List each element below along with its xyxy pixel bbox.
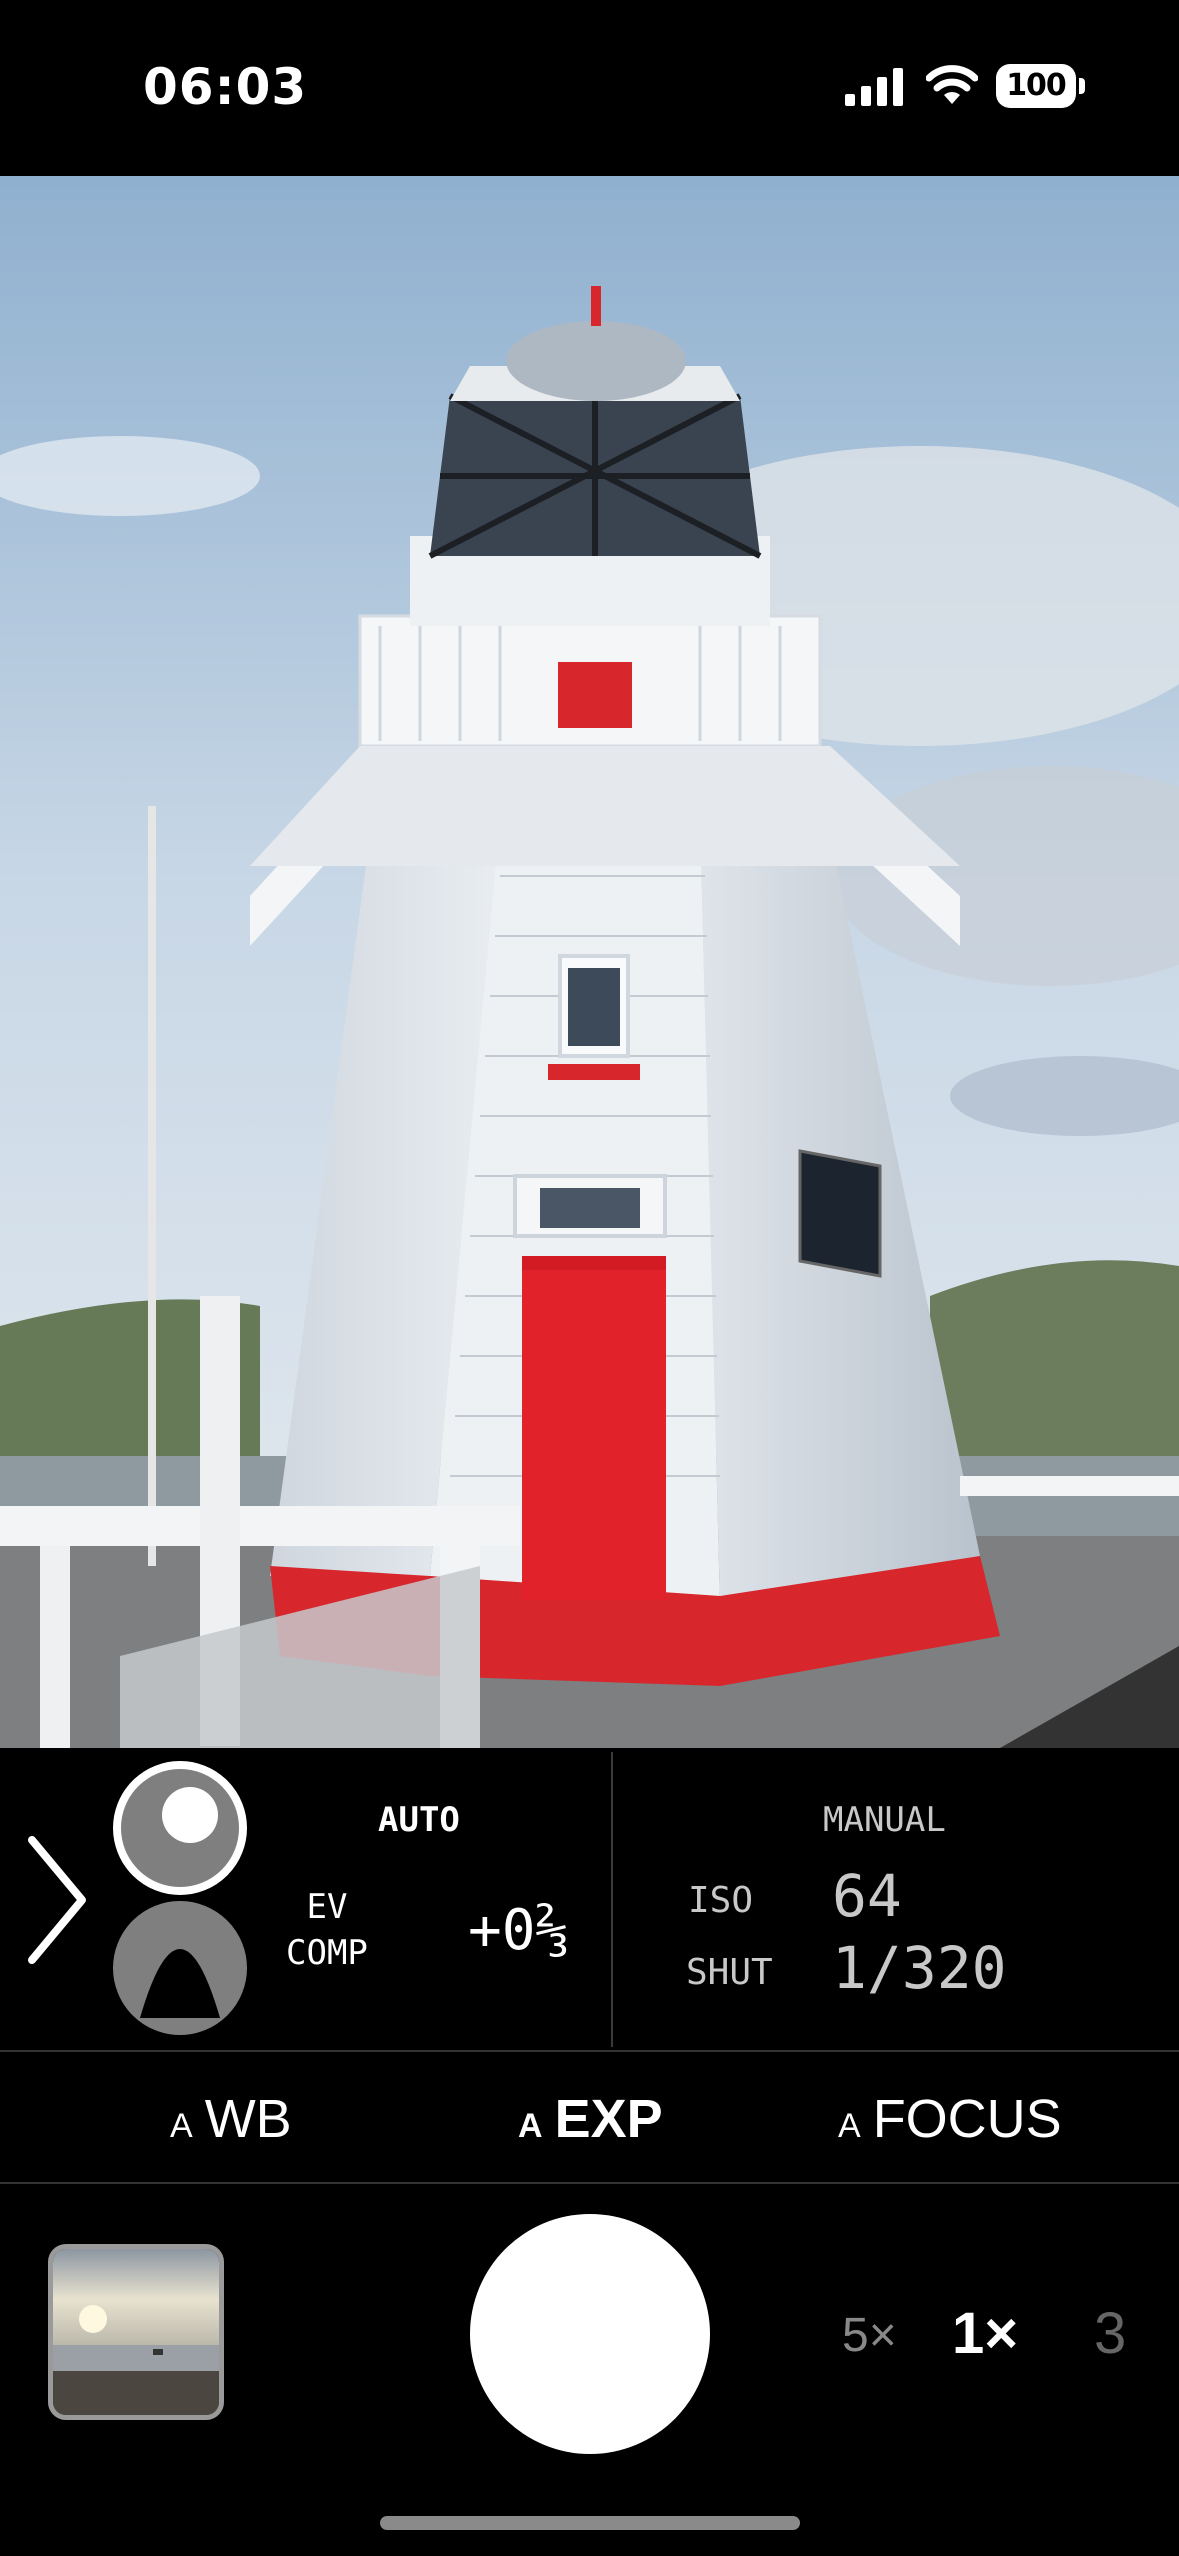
shutter-label: SHUT (686, 1952, 773, 1993)
manual-label: MANUAL (823, 1800, 946, 1840)
tab-white-balance[interactable]: A WB (170, 2088, 292, 2150)
zoom-option-current[interactable]: 1× (952, 2300, 1018, 2367)
lighthouse-scene-image (0, 176, 1179, 1748)
iso-label: ISO (688, 1880, 754, 1921)
wifi-icon (926, 65, 978, 104)
last-photo-thumbnail[interactable] (48, 2244, 224, 2420)
cellular-signal-icon (845, 68, 903, 106)
auto-exposure-mode-icon[interactable] (112, 1760, 248, 1896)
battery-cap (1079, 78, 1085, 94)
battery-indicator: 100 (996, 64, 1076, 108)
tab-focus-label: FOCUS (872, 2089, 1062, 2149)
zoom-option-left[interactable]: 5× (842, 2308, 897, 2363)
tab-focus-auto-prefix: A (838, 2107, 861, 2145)
thumbnail-image (53, 2249, 219, 2415)
iso-value[interactable]: 64 (832, 1862, 902, 1930)
manual-exposure-mode-icon[interactable] (112, 1900, 248, 2036)
ev-comp-label: EV COMP (286, 1884, 368, 1976)
ev-comp-value[interactable]: +0⅔ (468, 1898, 569, 1963)
panel-divider (611, 1752, 613, 2047)
auto-label: AUTO (378, 1800, 460, 1840)
tab-wb-auto-prefix: A (170, 2107, 193, 2145)
tabs-divider-bottom (0, 2182, 1179, 2184)
tab-focus[interactable]: A FOCUS (838, 2088, 1062, 2150)
camera-viewfinder[interactable] (0, 176, 1179, 1748)
tab-exp-auto-prefix: A (518, 2107, 543, 2145)
shutter-button[interactable] (470, 2214, 710, 2454)
tabs-divider-top (0, 2050, 1179, 2052)
ev-label-line2: COMP (286, 1933, 368, 1973)
zoom-option-right[interactable]: 3 (1094, 2300, 1126, 2367)
chevron-right-icon[interactable] (22, 1820, 92, 1980)
tab-exp-label: EXP (554, 2089, 663, 2149)
home-indicator[interactable] (380, 2516, 800, 2530)
tab-exposure[interactable]: A EXP (518, 2088, 663, 2150)
shutter-value[interactable]: 1/320 (832, 1934, 1007, 2002)
ev-label-line1: EV (306, 1887, 348, 1927)
status-time: 06:03 (143, 58, 308, 116)
tab-wb-label: WB (204, 2089, 292, 2149)
